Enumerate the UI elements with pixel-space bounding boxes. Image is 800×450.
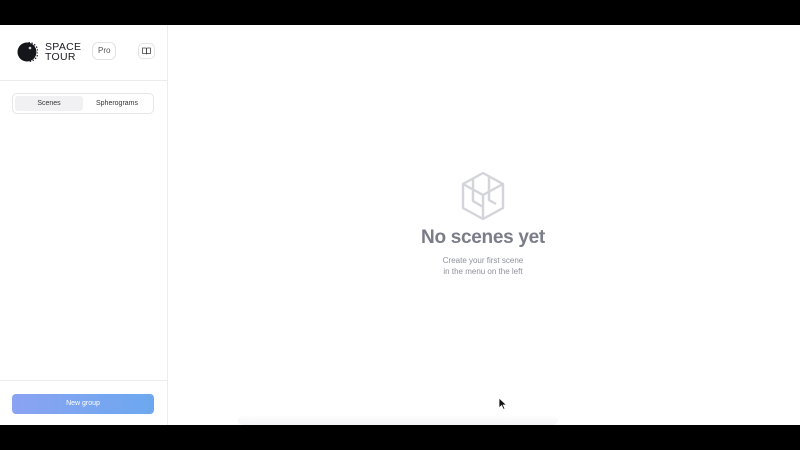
empty-state-subtitle-line-1: Create your first scene [442,256,524,265]
sidebar-tabs: Scenes Spherograms [12,93,154,114]
letterbox-top [0,0,800,25]
tab-scenes[interactable]: Scenes [15,96,83,111]
tab-spherograms[interactable]: Spherograms [83,96,151,111]
main-content: No scenes yet Create your first scene in… [168,25,800,425]
mouse-pointer-icon [498,397,508,410]
sidebar-footer: New group [0,380,167,425]
app-window: SPACE TOUR Pro Scenes Spherograms New gr… [0,25,800,425]
new-group-button[interactable]: New group [12,394,154,414]
empty-state-title: No scenes yet [421,227,545,248]
cube-icon [461,171,505,221]
empty-state-subtitle-line-2: in the menu on the left [443,267,523,276]
space-tour-logo [17,41,38,63]
sidebar: SPACE TOUR Pro Scenes Spherograms New gr… [0,25,168,425]
brand-line-2: TOUR [45,51,76,63]
brand-name: SPACE TOUR [45,42,81,63]
book-open-icon [142,47,151,55]
bottom-shadow [238,415,558,425]
empty-state-subtitle: Create your first scene in the menu on t… [398,255,568,277]
letterbox-bottom [0,425,800,450]
docs-button[interactable] [138,43,155,59]
empty-state: No scenes yet Create your first scene in… [398,170,568,277]
sidebar-header: SPACE TOUR Pro [0,25,167,81]
pro-badge: Pro [92,42,117,60]
